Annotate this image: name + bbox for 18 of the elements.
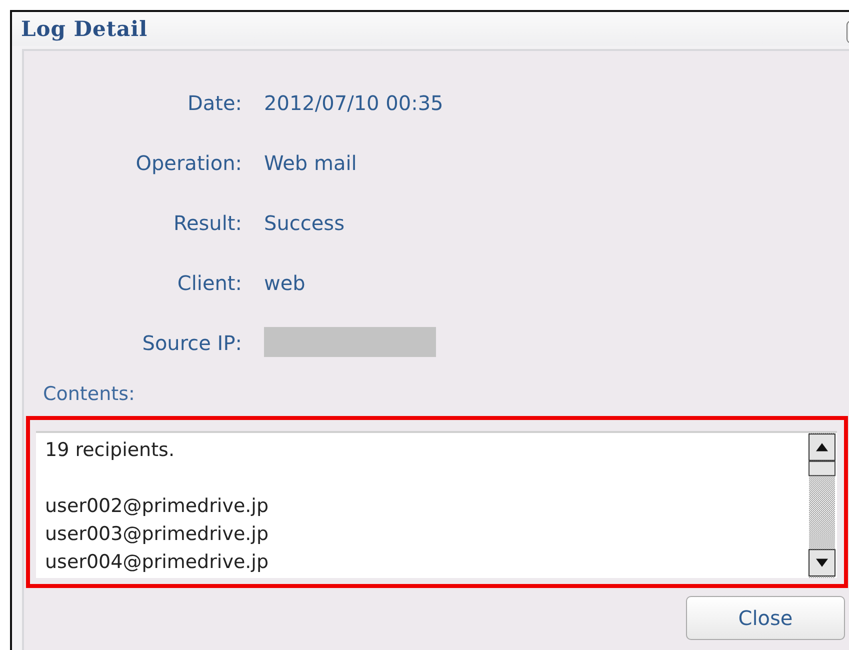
field-value: web — [264, 270, 306, 297]
field-value: 2012/07/10 00:35 — [264, 90, 444, 117]
field-value: Web mail — [264, 150, 357, 177]
text-line: user003@primedrive.jp — [45, 522, 270, 546]
field-label: Operation: — [134, 150, 243, 177]
contents-text-area[interactable]: 19 recipients. user002@primedrive.jp user003@primedrive.jp user004@primedrive.jp — [36, 430, 837, 578]
field-label: Date: — [186, 90, 243, 117]
text-line: 19 recipients. — [45, 438, 176, 462]
contents-label: Contents: — [43, 382, 136, 407]
field-label: Source IP: — [141, 330, 243, 357]
scrollbar[interactable] — [807, 432, 837, 578]
text-line: user004@primedrive.jp — [45, 550, 270, 574]
field-label: Client: — [176, 270, 243, 297]
window-title: Log Detail — [21, 15, 148, 44]
text-line: user002@primedrive.jp — [45, 494, 270, 518]
field-label: Result: — [172, 210, 243, 237]
field-value: Success — [264, 210, 345, 237]
close-button[interactable]: Close — [686, 596, 845, 640]
